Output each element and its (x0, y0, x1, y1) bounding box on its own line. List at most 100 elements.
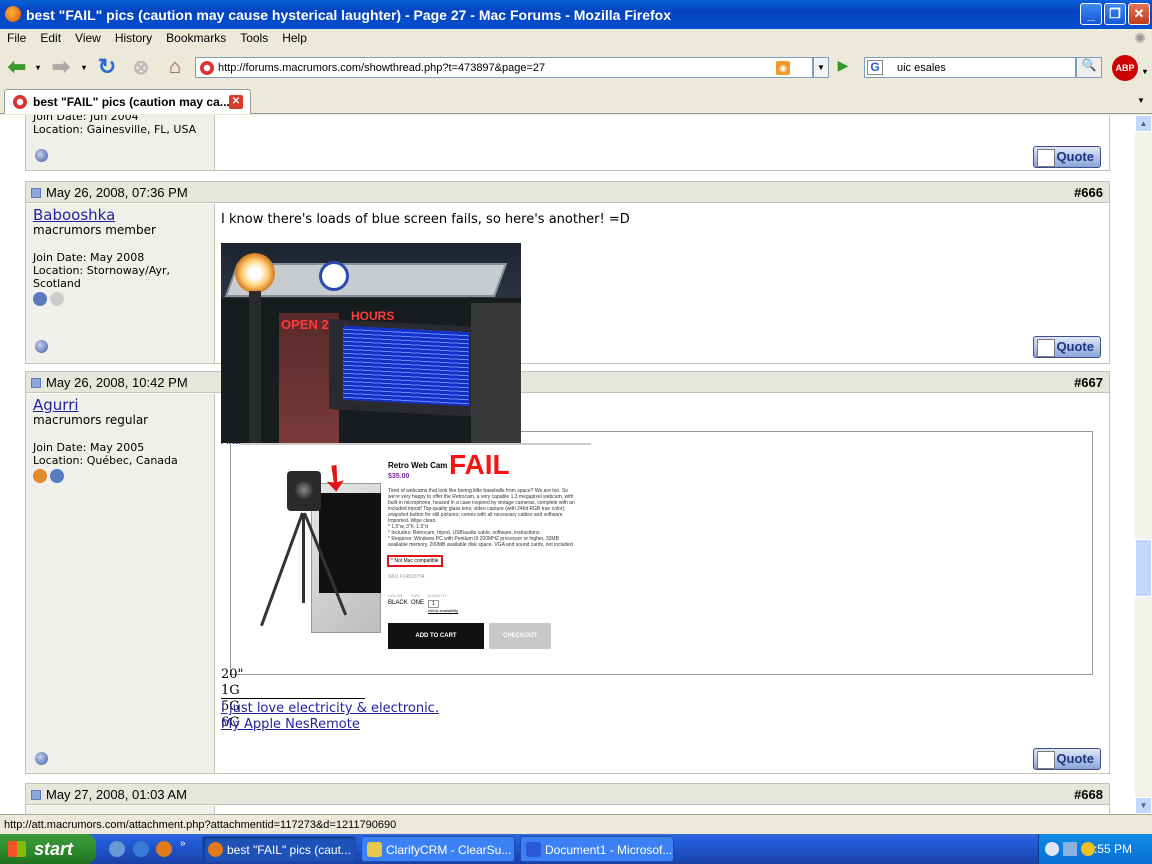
menu-file[interactable]: File (7, 31, 26, 45)
join-date: Join Date: May 2008 (33, 251, 145, 264)
post-number[interactable]: #666 (1074, 182, 1103, 203)
location: Location: Stornoway/Ayr, Scotland (33, 264, 171, 290)
tab-active[interactable]: best "FAIL" pics (caution may ca... ✕ (4, 89, 251, 114)
post-number[interactable]: #667 (1074, 372, 1103, 393)
word-icon (526, 842, 541, 857)
fail-webcam-image[interactable]: ➘ Retro Web Cam FAIL $35.00 Tired of web… (241, 443, 591, 657)
bluescreen-image[interactable]: OPEN 24 HOURS (221, 243, 521, 443)
product-title: Retro Web Cam (388, 461, 448, 470)
post-number[interactable]: #668 (1074, 784, 1103, 805)
start-label: start (34, 839, 74, 859)
username-link[interactable]: Agurri (33, 398, 207, 413)
quicklaunch-firefox-icon[interactable] (156, 841, 172, 857)
tray-network-icon[interactable] (1063, 842, 1077, 856)
post-header: May 27, 2008, 01:03 AM #668 (26, 784, 1109, 805)
quicklaunch-desktop-icon[interactable] (109, 841, 125, 857)
qty-label: QUANTITY (427, 593, 448, 598)
close-button[interactable]: ✕ (1128, 3, 1150, 25)
search-value: uic esales (897, 61, 946, 74)
tab-close-icon[interactable]: ✕ (229, 95, 243, 109)
join-date: Join Date: Jun 2004 (33, 115, 139, 123)
sig-link-nesremote[interactable]: My Apple NesRemote (221, 717, 439, 733)
clarifycrm-icon (367, 842, 382, 857)
menu-help[interactable]: Help (282, 31, 307, 45)
navigation-toolbar: ⬅ ▾ ➡ ▾ ↻ ⊗ ⌂ http://forums.macrumors.co… (0, 48, 1152, 88)
url-dropdown-icon[interactable]: ▼ (813, 57, 829, 78)
start-button[interactable]: start (0, 834, 96, 864)
adblock-icon[interactable]: ABP (1112, 55, 1138, 81)
qty-select[interactable]: 1 (428, 600, 439, 608)
go-icon[interactable]: ▶ (833, 57, 853, 78)
post-header: May 26, 2008, 07:36 PM #666 (26, 182, 1109, 203)
quote-button[interactable]: Quote (1033, 146, 1101, 168)
quote-button[interactable]: Quote (1033, 748, 1101, 770)
google-engine-icon[interactable]: G (867, 60, 883, 75)
quote-button[interactable]: Quote (1033, 336, 1101, 358)
post-date: May 26, 2008, 07:36 PM (46, 185, 188, 200)
vertical-scrollbar[interactable]: ▲ ▼ (1135, 115, 1152, 814)
fail-label: FAIL (449, 449, 510, 480)
add-to-cart-button[interactable]: ADD TO CART (388, 623, 484, 649)
menu-history[interactable]: History (115, 31, 152, 45)
taskbar-item-document1[interactable]: Document1 - Microsof... (520, 836, 674, 862)
user-info: Babooshka macrumors member Join Date: Ma… (26, 204, 215, 363)
tab-bar: best "FAIL" pics (caution may ca... ✕ ▼ (0, 88, 1152, 114)
post-date: May 27, 2008, 01:03 AM (46, 787, 187, 802)
system-tray: 3:55 PM (1038, 834, 1152, 864)
username-link[interactable]: Babooshka (33, 208, 207, 223)
home-icon[interactable]: ⌂ (162, 54, 188, 80)
scroll-up-icon[interactable]: ▲ (1135, 115, 1152, 132)
restore-button[interactable]: ❐ (1104, 3, 1126, 25)
toolbar-chevron-icon[interactable]: ▾ (1140, 58, 1150, 84)
product-sku: SKU #14500794 (388, 574, 425, 580)
signature: I just love electricity & electronic. My… (221, 698, 439, 733)
adblock-label: ABP (1115, 63, 1135, 73)
user-badge-icon (33, 292, 47, 306)
forward-dropdown-icon[interactable]: ▾ (78, 54, 90, 80)
reload-icon[interactable]: ↻ (94, 54, 120, 80)
search-icon[interactable]: 🔍 (1076, 57, 1102, 78)
window-title: best "FAIL" pics (caution may cause hyst… (26, 6, 671, 23)
post-icon (31, 188, 41, 198)
menu-view[interactable]: View (75, 31, 101, 45)
tab-list-icon[interactable]: ▼ (1134, 92, 1148, 110)
back-dropdown-icon[interactable]: ▾ (32, 54, 44, 80)
quicklaunch-more-icon[interactable]: » (180, 838, 186, 849)
product-price: $35.00 (388, 473, 410, 480)
menu-bookmarks[interactable]: Bookmarks (166, 31, 226, 45)
scrollbar-thumb[interactable] (1135, 539, 1152, 597)
status-bar: http://att.macrumors.com/attachment.php?… (0, 814, 1152, 834)
post-previous: Join Date: Jun 2004 Location: Gainesvill… (25, 115, 1110, 171)
menu-tools[interactable]: Tools (240, 31, 268, 45)
page-content: Join Date: Jun 2004 Location: Gainesvill… (0, 115, 1135, 814)
tray-hide-icon[interactable] (1045, 842, 1059, 856)
tray-messenger-icon[interactable] (1081, 842, 1095, 856)
menu-edit[interactable]: Edit (40, 31, 61, 45)
search-input[interactable]: G uic esales (864, 57, 1076, 78)
forward-icon[interactable]: ➡ (48, 54, 74, 80)
quicklaunch-ie-icon[interactable] (133, 841, 149, 857)
taskbar-item-firefox[interactable]: best "FAIL" pics (caut... (202, 836, 356, 862)
post-date: May 26, 2008, 10:42 PM (46, 375, 188, 390)
checkout-button[interactable]: CHECKOUT (489, 623, 551, 649)
rss-icon[interactable]: ◉ (776, 61, 790, 75)
scroll-down-icon[interactable]: ▼ (1135, 797, 1152, 814)
tab-favicon-icon (13, 95, 27, 109)
open-sign: OPEN 24 (281, 317, 336, 332)
size-value: ONE (411, 600, 425, 606)
throbber-icon: ✺ (1134, 30, 1146, 46)
tab-label: best "FAIL" pics (caution may ca... (33, 95, 230, 109)
user-rank: macrumors member (33, 223, 156, 237)
windows-logo-icon (8, 841, 26, 857)
window-titlebar[interactable]: best "FAIL" pics (caution may cause hyst… (0, 0, 1152, 29)
taskbar-item-clarifycrm[interactable]: ClarifyCRM - ClearSu... (361, 836, 515, 862)
minimize-button[interactable]: _ (1080, 3, 1102, 25)
back-icon[interactable]: ⬅ (4, 54, 30, 80)
availability-link[interactable]: check availability (428, 608, 458, 613)
location: Location: Québec, Canada (33, 454, 178, 467)
stop-icon[interactable]: ⊗ (128, 54, 154, 80)
sig-link-electricity[interactable]: I just love electricity & electronic. (221, 701, 439, 717)
status-text: http://att.macrumors.com/attachment.php?… (4, 819, 397, 831)
url-bar[interactable]: http://forums.macrumors.com/showthread.p… (195, 57, 813, 78)
user-info: Join Date: Jun 2004 Location: Gainesvill… (26, 115, 215, 170)
